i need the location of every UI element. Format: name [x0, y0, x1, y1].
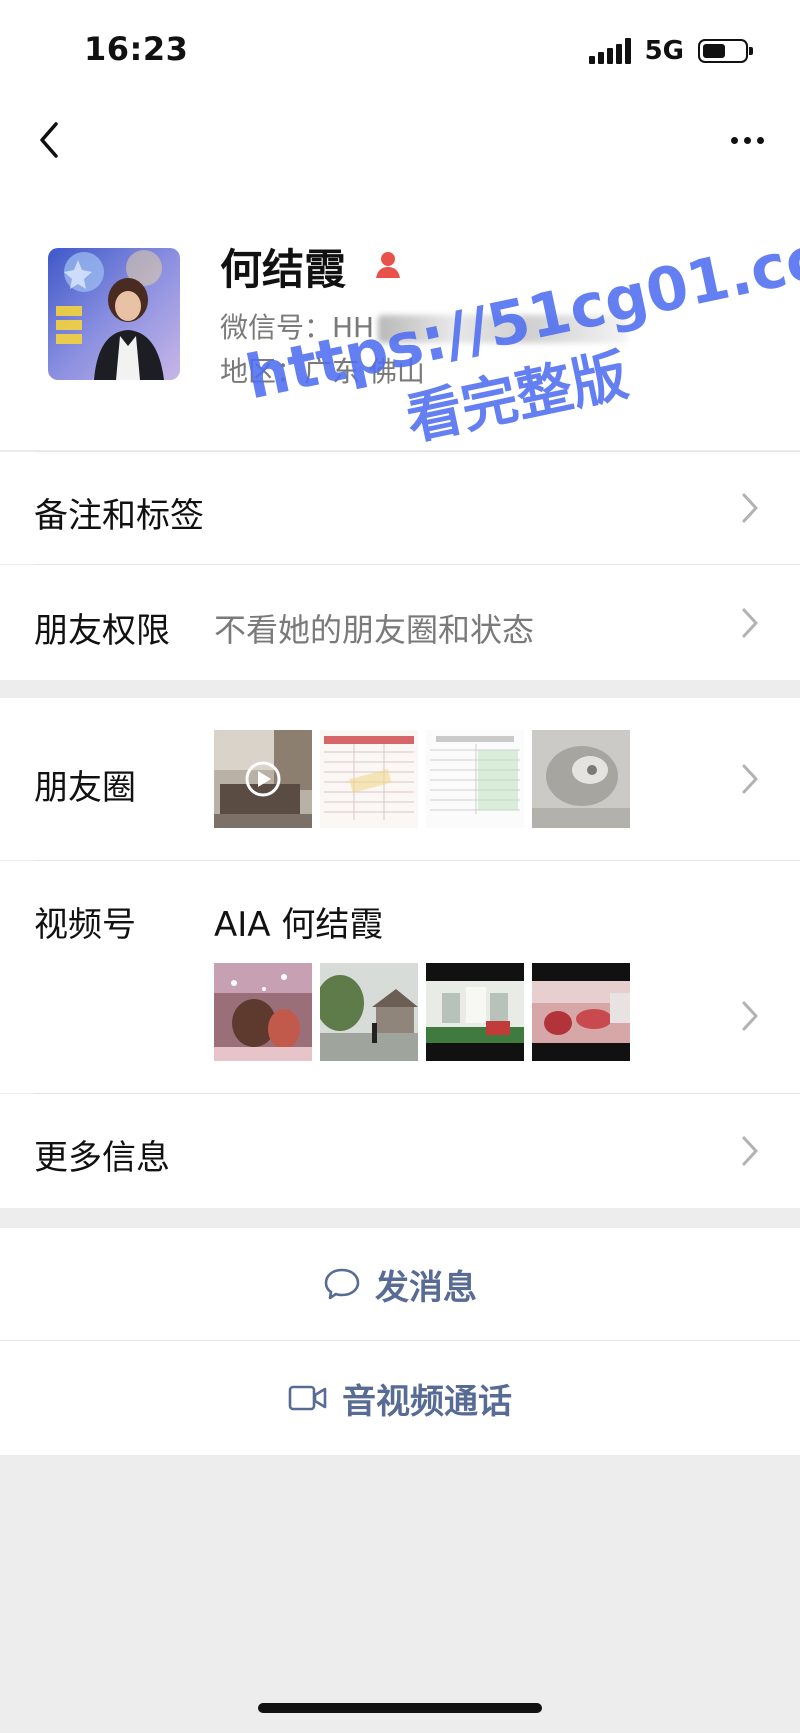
- moments-thumbnail: [320, 730, 418, 828]
- moments-thumbnail: [426, 730, 524, 828]
- avatar[interactable]: [48, 248, 180, 380]
- signal-icon: [588, 38, 631, 64]
- remarks-row[interactable]: 备注和标签: [0, 452, 800, 564]
- back-button[interactable]: [28, 118, 72, 162]
- status-time: 16:23: [84, 30, 189, 68]
- chevron-right-icon: [742, 608, 758, 638]
- channels-thumbnail: [320, 963, 418, 1061]
- more-dots-icon: [730, 136, 738, 144]
- moments-label: 朋友圈: [34, 768, 136, 808]
- channels-thumbnail: [532, 963, 630, 1061]
- contact-profile-screen: 16:23 5G 何结霞 微信号：HH 地区：广东 佛山 备注和标签 朋友权限 …: [0, 0, 800, 1733]
- wechat-id-blurred: [378, 315, 629, 343]
- wechat-id[interactable]: 微信号：HH: [220, 306, 629, 346]
- avatar-image: [48, 248, 180, 380]
- wechat-id-label: 微信号：HH: [220, 311, 375, 344]
- chevron-right-icon: [742, 1001, 758, 1031]
- battery-icon: [698, 39, 753, 63]
- status-icons: 5G: [588, 36, 753, 66]
- permissions-label: 朋友权限: [34, 611, 170, 651]
- more-button[interactable]: [722, 120, 772, 160]
- nav-bar: [0, 100, 800, 180]
- region: 地区：广东 佛山: [220, 355, 425, 388]
- more-dot: [756, 136, 764, 144]
- network-type: 5G: [644, 36, 684, 66]
- battery-level: [703, 44, 725, 58]
- moments-thumbnail: [214, 730, 312, 828]
- channels-thumbnail: [214, 963, 312, 1061]
- female-user-icon: [376, 252, 400, 278]
- home-indicator[interactable]: [258, 1703, 542, 1713]
- moments-row[interactable]: 朋友圈: [0, 698, 800, 860]
- chevron-right-icon: [742, 493, 758, 523]
- video-call-button[interactable]: 音视频通话: [0, 1341, 800, 1455]
- chat-bubble-icon: [324, 1268, 360, 1300]
- chevron-left-icon: [40, 122, 58, 158]
- send-message-label: 发消息: [375, 1267, 477, 1308]
- chevron-right-icon: [742, 1136, 758, 1166]
- channels-name: AIA 何结霞: [214, 905, 384, 945]
- channels-label: 视频号: [34, 905, 136, 945]
- video-call-label: 音视频通话: [342, 1381, 512, 1422]
- permissions-value: 不看她的朋友圈和状态: [214, 611, 535, 649]
- channels-row[interactable]: 视频号 AIA 何结霞: [0, 861, 800, 1093]
- send-message-button[interactable]: 发消息: [0, 1228, 800, 1340]
- video-camera-icon: [288, 1385, 327, 1411]
- more-dot: [743, 136, 751, 144]
- chevron-right-icon: [742, 764, 758, 794]
- profile-header: 何结霞 微信号：HH 地区：广东 佛山: [0, 180, 800, 450]
- contact-name: 何结霞: [220, 245, 347, 294]
- moments-thumbnails: [214, 730, 630, 828]
- permissions-row[interactable]: 朋友权限 不看她的朋友圈和状态: [0, 565, 800, 680]
- remarks-label: 备注和标签: [34, 496, 204, 536]
- more-info-label: 更多信息: [34, 1138, 170, 1178]
- moments-thumbnail: [532, 730, 630, 828]
- status-bar: 16:23 5G: [0, 0, 800, 100]
- channels-thumbnails: [214, 963, 630, 1061]
- channels-thumbnail: [426, 963, 524, 1061]
- more-info-row[interactable]: 更多信息: [0, 1094, 800, 1208]
